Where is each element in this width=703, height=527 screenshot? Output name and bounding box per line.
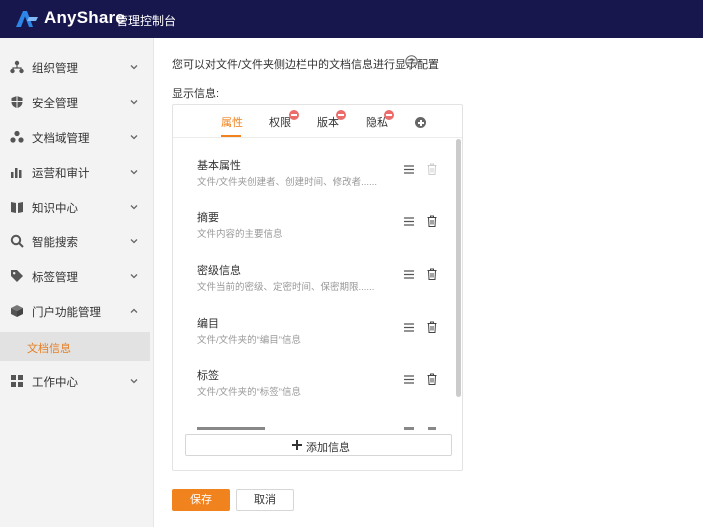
item-title: 标签	[197, 370, 219, 382]
help-icon[interactable]	[405, 55, 418, 68]
top-bar: AnyShare 管理控制台	[0, 0, 703, 38]
remove-tab-versions-icon[interactable]	[336, 110, 346, 120]
doc-info-panel: 属性 权限 版本 隐私 基本属性 文件/文件夹创建者、创建时间、修改者.....…	[172, 104, 463, 471]
tab-properties[interactable]: 属性	[221, 114, 243, 130]
add-info-label: 添加信息	[306, 442, 350, 454]
chevron-down-icon	[130, 65, 138, 70]
drag-handle-icon[interactable]	[404, 165, 414, 174]
chevron-down-icon	[130, 205, 138, 210]
list-item: 基本属性 文件/文件夹创建者、创建时间、修改者......	[173, 157, 453, 207]
item-title: 摘要	[197, 212, 219, 224]
sidebar-item-work-center[interactable]: 工作中心	[0, 367, 154, 395]
trash-icon[interactable]	[427, 321, 437, 333]
trash-icon[interactable]	[427, 268, 437, 280]
chevron-down-icon	[130, 274, 138, 279]
sidebar-item-security[interactable]: 安全管理	[0, 88, 154, 116]
sidebar-item-portal[interactable]: 门户功能管理	[0, 297, 154, 325]
add-info-button[interactable]: 添加信息	[185, 434, 452, 456]
chevron-down-icon	[130, 379, 138, 384]
book-icon	[11, 202, 23, 213]
show-info-label: 显示信息:	[172, 88, 220, 100]
chevron-up-icon	[130, 308, 138, 313]
trash-icon[interactable]	[427, 373, 437, 385]
list-scrollbar[interactable]	[456, 139, 461, 397]
drag-handle-icon[interactable]	[404, 217, 414, 226]
anyshare-logo-icon	[16, 11, 38, 27]
trash-icon[interactable]	[427, 215, 437, 227]
list-item: 摘要 文件内容的主要信息	[173, 209, 453, 259]
sidebar-item-label: 文档域管理	[32, 133, 90, 145]
sidebar-item-label: 组织管理	[32, 63, 78, 75]
chevron-down-icon	[130, 100, 138, 105]
tab-permissions[interactable]: 权限	[269, 114, 291, 130]
chevron-down-icon	[130, 135, 138, 140]
item-desc: 文件/文件夹的“编目”信息	[197, 335, 301, 346]
trash-icon-disabled	[427, 163, 437, 175]
console-title: 管理控制台	[116, 14, 177, 28]
sidebar-item-label: 智能搜索	[32, 237, 78, 249]
cube-icon	[11, 305, 23, 317]
list-item: 标签 文件/文件夹的“标签”信息	[173, 367, 453, 417]
search-icon	[10, 234, 24, 248]
sidebar-item-org[interactable]: 组织管理	[0, 53, 154, 81]
clipped-list-item	[173, 427, 456, 431]
sidebar-item-label: 运营和审计	[32, 168, 90, 180]
bar-chart-icon	[11, 168, 22, 178]
item-desc: 文件/文件夹创建者、创建时间、修改者......	[197, 177, 377, 188]
plus-icon	[292, 440, 302, 450]
sidebar-item-label: 标签管理	[32, 272, 78, 284]
item-title: 基本属性	[197, 160, 241, 172]
tab-bar: 属性 权限 版本 隐私	[173, 105, 462, 138]
add-tab-icon[interactable]	[415, 117, 426, 128]
item-desc: 文件内容的主要信息	[197, 229, 283, 240]
brand-name: AnyShare	[44, 8, 125, 27]
remove-tab-privacy-icon[interactable]	[384, 110, 394, 120]
sidebar-item-label: 安全管理	[32, 98, 78, 110]
active-tab-indicator	[221, 135, 241, 137]
drag-handle-icon[interactable]	[404, 270, 414, 279]
item-title: 密级信息	[197, 265, 241, 277]
save-button[interactable]: 保存	[172, 489, 230, 511]
sidebar-item-tags[interactable]: 标签管理	[0, 262, 154, 290]
org-icon	[10, 60, 24, 74]
intro-text: 您可以对文件/文件夹侧边栏中的文档信息进行显示配置	[172, 59, 440, 71]
drag-handle-icon[interactable]	[404, 375, 414, 384]
sidebar-item-ops-audit[interactable]: 运营和审计	[0, 158, 154, 186]
remove-tab-permissions-icon[interactable]	[289, 110, 299, 120]
grid-icon	[11, 375, 23, 387]
sidebar-item-doc-domain[interactable]: 文档域管理	[0, 123, 154, 151]
item-title: 编目	[197, 318, 219, 330]
sidebar-item-knowledge[interactable]: 知识中心	[0, 193, 154, 221]
sidebar: 组织管理 安全管理 文档域管理 运营和审计 知识中心 智能搜索 标签管理 门户功…	[0, 38, 154, 527]
sidebar-item-smart-search[interactable]: 智能搜索	[0, 227, 154, 255]
list-item: 密级信息 文件当前的密级、定密时间、保密期限......	[173, 262, 453, 312]
list-item: 编目 文件/文件夹的“编目”信息	[173, 315, 453, 365]
cancel-button[interactable]: 取消	[236, 489, 294, 511]
sidebar-item-label: 知识中心	[32, 203, 78, 215]
sidebar-subitem-doc-info[interactable]: 文档信息	[0, 332, 150, 361]
sidebar-item-label: 工作中心	[32, 377, 78, 389]
sidebar-item-label: 门户功能管理	[32, 307, 101, 319]
sidebar-subitem-label: 文档信息	[27, 343, 71, 355]
drag-handle-icon[interactable]	[404, 323, 414, 332]
tag-icon	[11, 270, 23, 282]
chevron-down-icon	[130, 170, 138, 175]
chevron-down-icon	[130, 239, 138, 244]
doc-domain-icon	[10, 130, 24, 143]
item-desc: 文件/文件夹的“标签”信息	[197, 387, 301, 398]
item-desc: 文件当前的密级、定密时间、保密期限......	[197, 282, 375, 293]
shield-icon	[11, 96, 23, 108]
